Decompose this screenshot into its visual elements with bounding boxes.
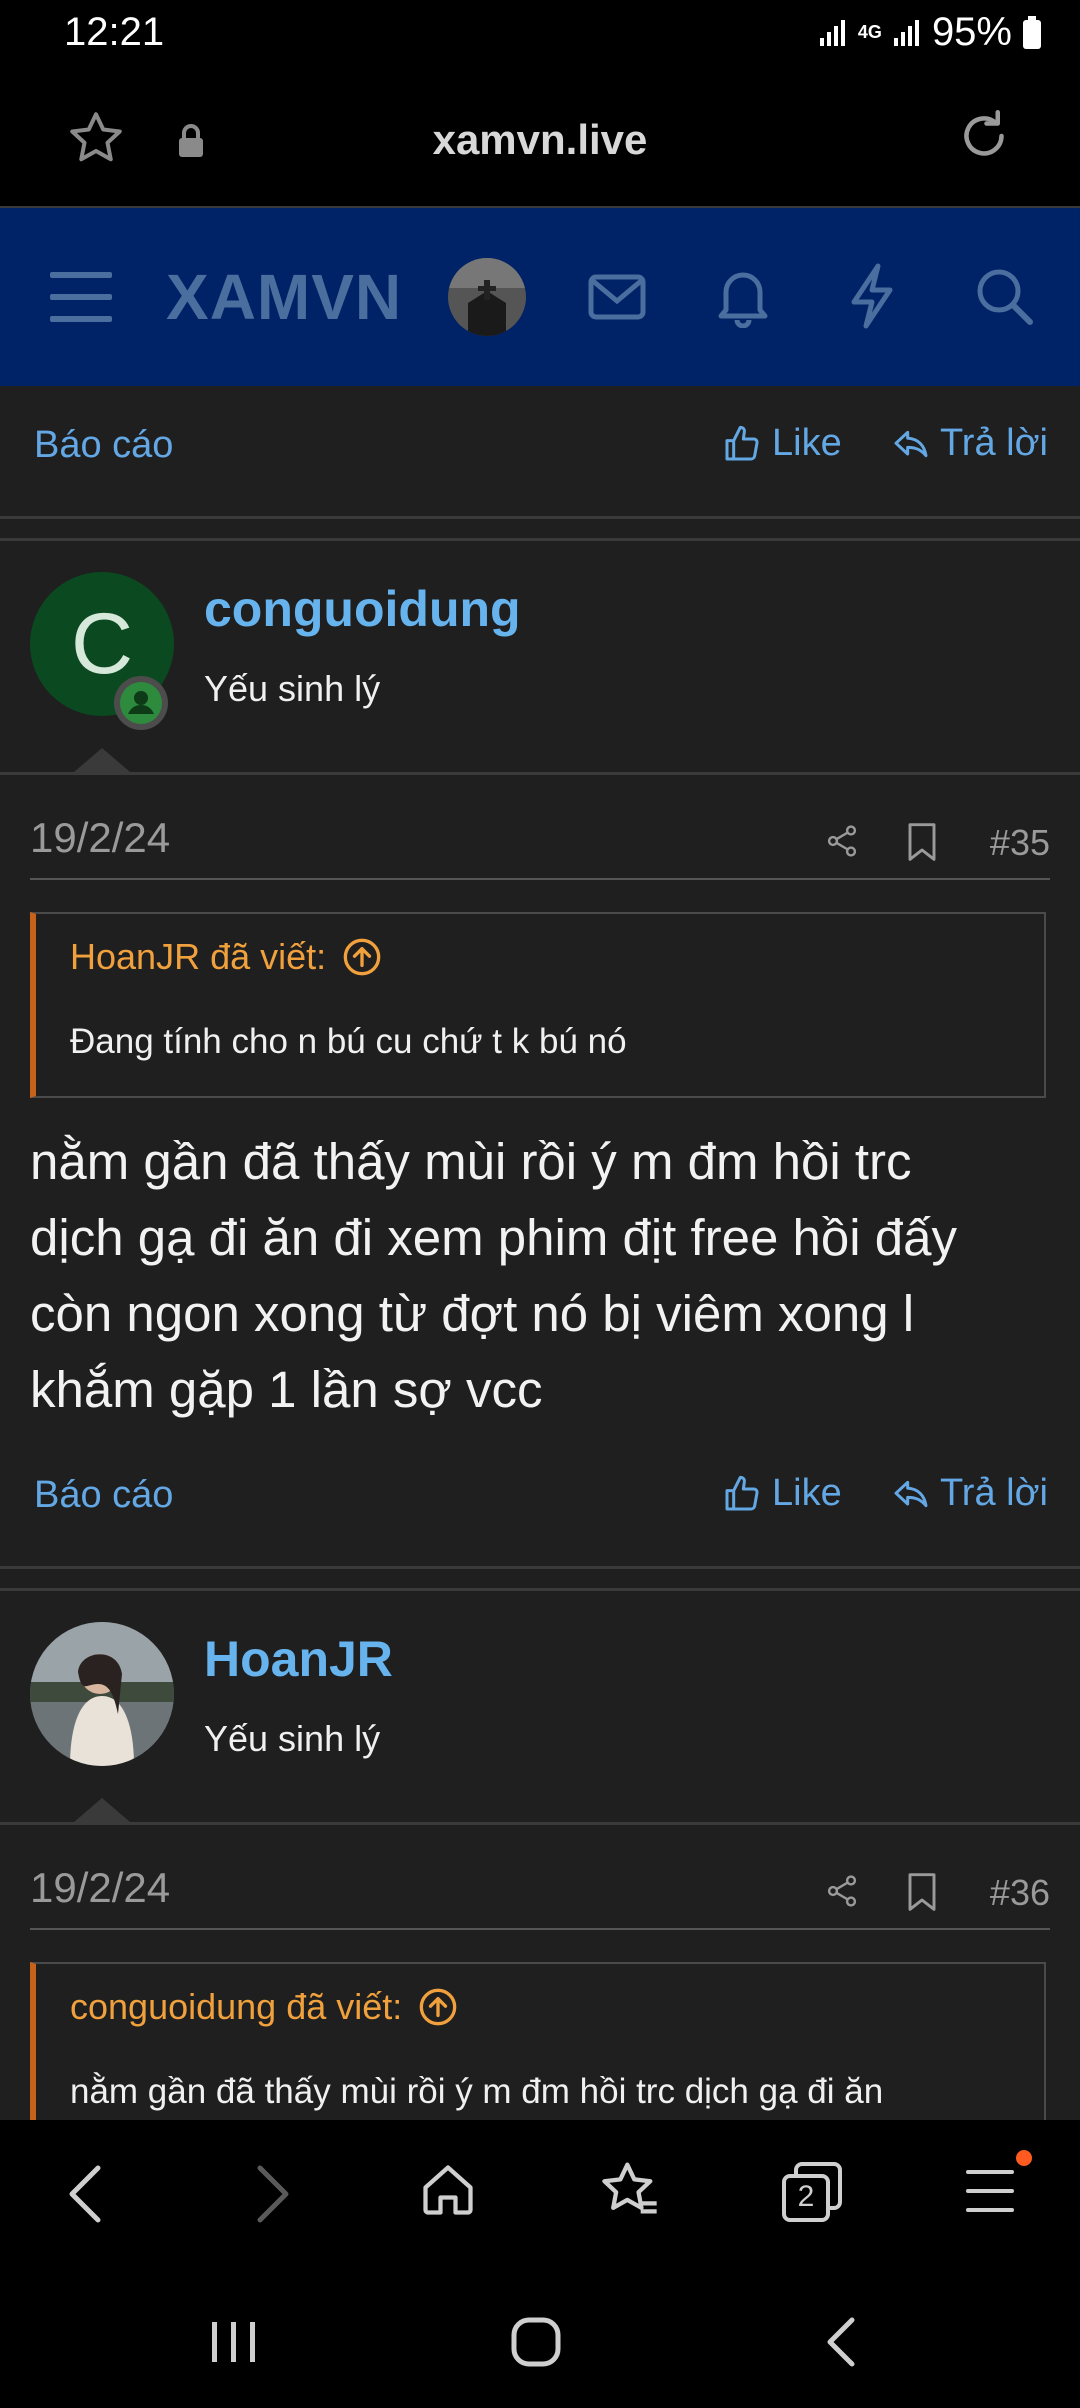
- reply-label: Trả lời: [940, 1472, 1048, 1514]
- post-actions: Báo cáo Like Trả lời: [0, 404, 1080, 492]
- whats-new-bolt-icon[interactable]: [846, 262, 898, 330]
- post-divider: [0, 538, 1080, 541]
- inbox-mail-icon[interactable]: [588, 272, 646, 322]
- post-actions: Báo cáo Like Trả lời: [0, 1454, 1080, 1542]
- browser-url-bar: xamvn.live: [0, 70, 1080, 209]
- site-logo[interactable]: XAMVN: [166, 260, 402, 334]
- battery-percent: 95%: [931, 10, 1012, 54]
- tab-count: 2: [797, 2180, 815, 2213]
- date-divider: [30, 1928, 1050, 1930]
- status-bar: 12:21 4G 95%: [0, 0, 1080, 70]
- home-icon[interactable]: [418, 2160, 478, 2220]
- date-divider: [30, 878, 1050, 880]
- reply-arrow-icon: [890, 424, 932, 464]
- quote-block: HoanJR đã viết: Đang tính cho n bú cu ch…: [30, 912, 1046, 1098]
- online-status-icon: [114, 676, 168, 730]
- user-avatar[interactable]: [448, 258, 526, 336]
- jump-to-quote-icon[interactable]: [342, 937, 382, 977]
- user-title: Yếu sinh lý: [204, 668, 381, 709]
- tabs-button[interactable]: 2: [780, 2160, 844, 2224]
- post-divider: [0, 1566, 1080, 1569]
- user-title: Yếu sinh lý: [204, 1718, 381, 1759]
- reply-button[interactable]: Trả lời: [890, 422, 1048, 465]
- like-label: Like: [772, 422, 842, 464]
- system-navigation-bar: [0, 2268, 1080, 2408]
- post-date[interactable]: 19/2/24: [30, 814, 170, 862]
- signal-icon: [818, 18, 848, 48]
- status-indicators: 4G 95%: [818, 10, 1042, 55]
- network-type-label: 4G: [857, 22, 882, 42]
- home-button-icon[interactable]: [510, 2316, 562, 2368]
- bookmark-icon[interactable]: [906, 1872, 938, 1912]
- quote-author[interactable]: conguoidung đã viết:: [70, 1986, 458, 2028]
- battery-icon: [1022, 15, 1042, 50]
- reply-label: Trả lời: [940, 422, 1048, 464]
- system-back-icon[interactable]: [822, 2316, 858, 2368]
- avatar[interactable]: [30, 1622, 174, 1766]
- quote-text: nằm gần đã thấy mùi rồi ý m đm hồi trc d…: [70, 2072, 884, 2111]
- post-number[interactable]: #36: [990, 1872, 1050, 1914]
- bookmarks-icon[interactable]: [598, 2158, 662, 2222]
- user-divider: [0, 1822, 1080, 1825]
- notification-bell-icon[interactable]: [716, 264, 770, 328]
- post-body-line: khắm gặp 1 lần sợ vcc: [30, 1361, 543, 1418]
- url-text[interactable]: xamvn.live: [0, 116, 1080, 164]
- post-username[interactable]: conguoidung: [204, 580, 521, 638]
- user-card-pointer: [74, 1798, 130, 1822]
- report-link[interactable]: Báo cáo: [34, 424, 173, 467]
- reload-icon[interactable]: [954, 106, 1014, 166]
- quote-author-label: conguoidung đã viết:: [70, 1986, 403, 2027]
- post-divider: [0, 1588, 1080, 1591]
- back-icon[interactable]: [66, 2164, 106, 2224]
- share-icon[interactable]: [824, 1872, 860, 1910]
- status-time: 12:21: [64, 10, 165, 54]
- post-date[interactable]: 19/2/24: [30, 1864, 170, 1912]
- jump-to-quote-icon[interactable]: [418, 1987, 458, 2027]
- user-card-pointer: [74, 748, 130, 772]
- quote-author-label: HoanJR đã viết:: [70, 936, 327, 977]
- signal-icon-2: [892, 18, 922, 48]
- report-link[interactable]: Báo cáo: [34, 1474, 173, 1517]
- browser-bottom-toolbar: 2: [0, 2120, 1080, 2268]
- reply-button[interactable]: Trả lời: [890, 1472, 1048, 1515]
- quote-author[interactable]: HoanJR đã viết:: [70, 936, 382, 978]
- thumbs-up-icon: [722, 1474, 762, 1514]
- like-label: Like: [772, 1472, 842, 1514]
- share-icon[interactable]: [824, 822, 860, 860]
- recent-apps-icon[interactable]: [206, 2320, 262, 2364]
- post-divider: [0, 516, 1080, 519]
- hamburger-menu-icon[interactable]: [48, 268, 114, 326]
- search-icon[interactable]: [974, 266, 1034, 326]
- like-button[interactable]: Like: [722, 1472, 842, 1515]
- notification-dot: [1016, 2150, 1032, 2166]
- like-button[interactable]: Like: [722, 422, 842, 465]
- post-body-line: nằm gần đã thấy mùi rồi ý m đm hồi trc: [30, 1133, 912, 1190]
- reply-arrow-icon: [890, 1474, 932, 1514]
- post-number[interactable]: #35: [990, 822, 1050, 864]
- bookmark-icon[interactable]: [906, 822, 938, 862]
- post-username[interactable]: HoanJR: [204, 1630, 393, 1688]
- user-divider: [0, 772, 1080, 775]
- post-body-line: dịch gạ đi ăn đi xem phim địt free hồi đ…: [30, 1209, 958, 1266]
- thumbs-up-icon: [722, 424, 762, 464]
- post-body: nằm gần đã thấy mùi rồi ý m đm hồi trc d…: [30, 1124, 1050, 1428]
- post-body-line: còn ngon xong từ đợt nó bị viêm xong l: [30, 1285, 915, 1342]
- menu-icon[interactable]: [964, 2168, 1016, 2214]
- forward-icon[interactable]: [252, 2164, 292, 2224]
- site-header: XAMVN: [0, 208, 1080, 386]
- quote-text: Đang tính cho n bú cu chứ t k bú nó: [70, 1022, 627, 1061]
